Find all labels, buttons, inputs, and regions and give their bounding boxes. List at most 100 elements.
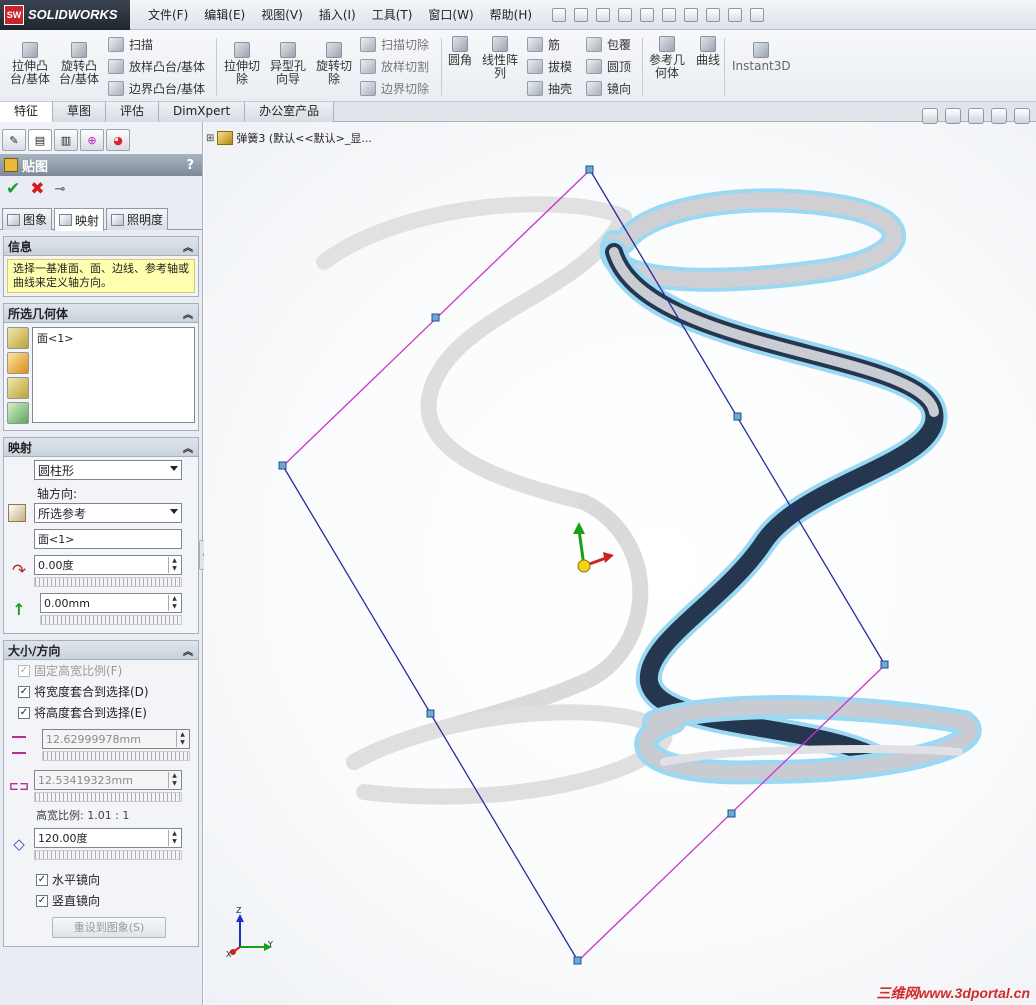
shell-button[interactable]: 抽壳: [527, 80, 572, 97]
decal-handle[interactable]: [278, 461, 287, 470]
open-folder-icon[interactable]: [596, 7, 611, 22]
spin-arrows-icon[interactable]: ▲ ▼: [168, 595, 180, 611]
save-icon[interactable]: [618, 7, 633, 22]
reset-to-image-button[interactable]: 重设到图象(S): [52, 917, 166, 938]
decal-manipulator[interactable]: [573, 522, 614, 573]
extrude-cut-button[interactable]: 拉伸切 除: [224, 42, 260, 86]
feature-manager-icon[interactable]: ✎: [2, 129, 26, 151]
mirror-horizontal-checkbox[interactable]: ✓ 水平镜向: [4, 863, 198, 890]
cancel-x-icon[interactable]: ✖: [30, 179, 44, 199]
fillet-button[interactable]: 圆角: [448, 36, 472, 67]
new-document-icon[interactable]: [574, 7, 589, 22]
boundary-cut-button[interactable]: 边界切除: [360, 80, 429, 97]
options-icon[interactable]: [750, 7, 765, 22]
tab-sketch[interactable]: 草图: [53, 102, 107, 122]
pushpin-icon[interactable]: ⊸: [55, 182, 66, 197]
extrude-boss-button[interactable]: 拉伸凸 台/基体: [10, 42, 50, 86]
menu-tools[interactable]: 工具(T): [364, 0, 421, 30]
revolve-cut-button[interactable]: 旋转切 除: [316, 42, 352, 86]
select-feature-icon[interactable]: [7, 377, 29, 399]
decal-handle[interactable]: [573, 956, 582, 965]
decal-handle[interactable]: [727, 809, 736, 818]
draft-button[interactable]: 拔模: [527, 58, 572, 75]
graphics-area[interactable]: ⊞ 弹簧3 (默认<<默认>_显... Z Y X: [204, 108, 1036, 1005]
selected-geometry-header[interactable]: 所选几何体 ︽: [4, 304, 198, 323]
rotation-slider[interactable]: [34, 577, 182, 587]
app-logo[interactable]: SW SOLIDWORKS: [0, 0, 130, 30]
print-icon[interactable]: [640, 7, 655, 22]
select-body-icon[interactable]: [7, 402, 29, 424]
spin-arrows-icon[interactable]: ▲ ▼: [168, 830, 180, 846]
subtab-image[interactable]: 图象: [2, 208, 53, 230]
selected-geometry-list[interactable]: 面<1>: [32, 327, 195, 423]
width-input[interactable]: 12.53419323mm ▲ ▼: [34, 770, 182, 790]
offset-slider[interactable]: [40, 615, 182, 625]
offset-input[interactable]: 0.00mm ▲ ▼: [40, 593, 182, 613]
decal-handle[interactable]: [426, 709, 435, 718]
select-face-icon[interactable]: [7, 352, 29, 374]
menu-window[interactable]: 窗口(W): [420, 0, 481, 30]
sweep-button[interactable]: 扫描: [108, 36, 153, 53]
subtab-illumination[interactable]: 照明度: [106, 208, 169, 230]
menu-view[interactable]: 视图(V): [253, 0, 311, 30]
property-manager-icon[interactable]: ▤: [28, 129, 52, 151]
dimxpert-manager-icon[interactable]: ⊕: [80, 129, 104, 151]
help-icon[interactable]: ?: [186, 158, 194, 173]
instant3d-button[interactable]: Instant3D: [732, 42, 791, 73]
decal-handle[interactable]: [880, 660, 889, 669]
decal-handle[interactable]: [431, 313, 440, 322]
mirror-vertical-checkbox[interactable]: ✓ 竖直镜向: [4, 890, 198, 911]
axis-reference-field[interactable]: 面<1>: [34, 529, 182, 549]
mirror-button[interactable]: 镜向: [586, 80, 631, 97]
tab-office-products[interactable]: 办公室产品: [245, 102, 335, 122]
ok-checkmark-icon[interactable]: ✔: [6, 179, 20, 199]
angle-slider[interactable]: [34, 850, 182, 860]
reference-geometry-button[interactable]: 参考几 何体: [649, 36, 685, 80]
mapping-header[interactable]: 映射 ︽: [4, 438, 198, 457]
spin-arrows-icon[interactable]: ▲ ▼: [168, 557, 180, 573]
wrap-button[interactable]: 包覆: [586, 36, 631, 53]
spin-arrows-icon[interactable]: ▲ ▼: [176, 731, 188, 747]
menu-edit[interactable]: 编辑(E): [196, 0, 253, 30]
size-orientation-header[interactable]: 大小/方向 ︽: [4, 641, 198, 660]
info-header[interactable]: 信息 ︽: [4, 237, 198, 256]
decal-handle[interactable]: [733, 412, 742, 421]
axis-direction-select[interactable]: 所选参考: [34, 503, 182, 523]
dome-button[interactable]: 圆顶: [586, 58, 631, 75]
menu-file[interactable]: 文件(F): [140, 0, 196, 30]
swept-cut-button[interactable]: 扫描切除: [360, 36, 429, 53]
hole-wizard-button[interactable]: 异型孔 向导: [270, 42, 306, 86]
loft-cut-button[interactable]: 放样切割: [360, 58, 429, 75]
angle-input[interactable]: 120.00度 ▲ ▼: [34, 828, 182, 848]
select-part-icon[interactable]: [7, 327, 29, 349]
undo-icon[interactable]: [662, 7, 677, 22]
tab-dimxpert[interactable]: DimXpert: [159, 102, 246, 122]
mapping-type-select[interactable]: 圆柱形: [34, 460, 182, 480]
tab-features[interactable]: 特征: [0, 102, 54, 122]
decal-handle[interactable]: [585, 165, 594, 174]
spring-selected[interactable]: [599, 188, 982, 785]
rotation-input[interactable]: 0.00度 ▲ ▼: [34, 555, 182, 575]
subtab-mapping[interactable]: 映射: [54, 208, 105, 231]
height-input[interactable]: 12.62999978mm ▲ ▼: [42, 729, 190, 749]
loft-button[interactable]: 放样凸台/基体: [108, 58, 205, 75]
list-item[interactable]: 面<1>: [37, 330, 190, 346]
fit-width-checkbox[interactable]: ✓ 将宽度套合到选择(D): [4, 681, 198, 702]
rebuild-icon[interactable]: [706, 7, 721, 22]
select-arrow-icon[interactable]: [684, 7, 699, 22]
rib-button[interactable]: 筋: [527, 36, 560, 53]
menu-insert[interactable]: 插入(I): [311, 0, 364, 30]
linear-pattern-button[interactable]: 线性阵 列: [482, 36, 518, 80]
file-properties-icon[interactable]: [728, 7, 743, 22]
fit-height-checkbox[interactable]: ✓ 将高度套合到选择(E): [4, 702, 198, 723]
tab-evaluate[interactable]: 评估: [106, 102, 160, 122]
width-slider[interactable]: [34, 792, 182, 802]
spin-arrows-icon[interactable]: ▲ ▼: [168, 772, 180, 788]
configuration-manager-icon[interactable]: ▥: [54, 129, 78, 151]
revolve-boss-button[interactable]: 旋转凸 台/基体: [59, 42, 99, 86]
curves-button[interactable]: 曲线: [696, 36, 720, 67]
boundary-boss-button[interactable]: 边界凸台/基体: [108, 80, 205, 97]
height-slider[interactable]: [42, 751, 190, 761]
display-manager-icon[interactable]: ◕: [106, 129, 130, 151]
pin-menu-icon[interactable]: [552, 7, 567, 22]
